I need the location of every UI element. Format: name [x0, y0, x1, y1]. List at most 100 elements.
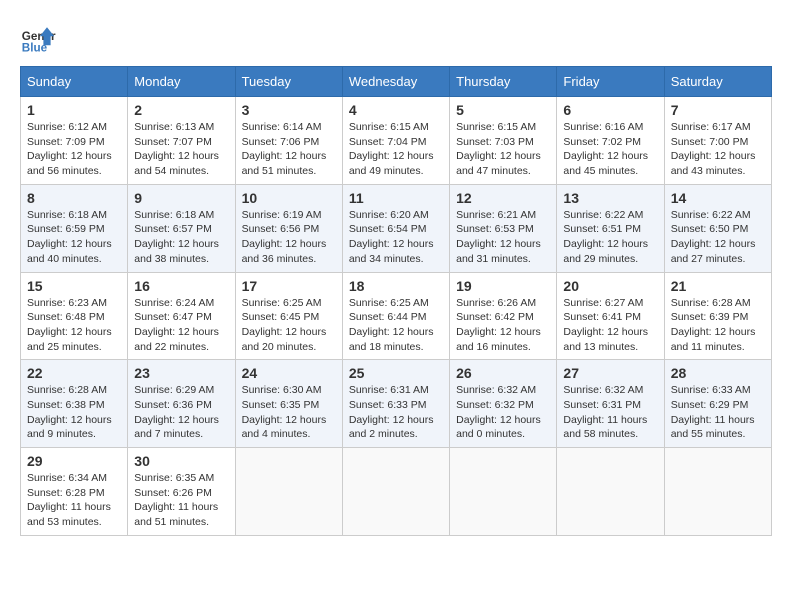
- day-number: 22: [27, 365, 121, 381]
- day-number: 29: [27, 453, 121, 469]
- calendar-cell: [450, 448, 557, 536]
- calendar-week-2: 8Sunrise: 6:18 AM Sunset: 6:59 PM Daylig…: [21, 184, 772, 272]
- page-header: General Blue: [20, 20, 772, 56]
- calendar-cell: 1Sunrise: 6:12 AM Sunset: 7:09 PM Daylig…: [21, 97, 128, 185]
- calendar-cell: 29 Sunrise: 6:34 AM Sunset: 6:28 PM Dayli…: [21, 448, 128, 536]
- weekday-header-sunday: Sunday: [21, 67, 128, 97]
- day-info: Sunrise: 6:25 AM Sunset: 6:45 PM Dayligh…: [242, 296, 336, 355]
- day-number: 20: [563, 278, 657, 294]
- calendar-cell: 21 Sunrise: 6:28 AM Sunset: 6:39 PM Dayli…: [664, 272, 771, 360]
- day-number: 9: [134, 190, 228, 206]
- calendar-cell: 28 Sunrise: 6:33 AM Sunset: 6:29 PM Dayli…: [664, 360, 771, 448]
- day-number: 2: [134, 102, 228, 118]
- calendar-cell: [342, 448, 449, 536]
- calendar-cell: 8Sunrise: 6:18 AM Sunset: 6:59 PM Daylig…: [21, 184, 128, 272]
- day-info: Sunrise: 6:18 AM Sunset: 6:57 PM Dayligh…: [134, 208, 228, 267]
- day-info: Sunrise: 6:15 AM Sunset: 7:03 PM Dayligh…: [456, 120, 550, 179]
- day-info: Sunrise: 6:29 AM Sunset: 6:36 PM Dayligh…: [134, 383, 228, 442]
- weekday-header-friday: Friday: [557, 67, 664, 97]
- day-info: Sunrise: 6:28 AM Sunset: 6:39 PM Dayligh…: [671, 296, 765, 355]
- calendar-cell: 14 Sunrise: 6:22 AM Sunset: 6:50 PM Dayli…: [664, 184, 771, 272]
- day-info: Sunrise: 6:24 AM Sunset: 6:47 PM Dayligh…: [134, 296, 228, 355]
- day-number: 4: [349, 102, 443, 118]
- calendar-cell: 15Sunrise: 6:23 AM Sunset: 6:48 PM Dayli…: [21, 272, 128, 360]
- calendar-cell: [664, 448, 771, 536]
- day-info: Sunrise: 6:21 AM Sunset: 6:53 PM Dayligh…: [456, 208, 550, 267]
- day-info: Sunrise: 6:32 AM Sunset: 6:31 PM Dayligh…: [563, 383, 657, 442]
- calendar-cell: 11 Sunrise: 6:20 AM Sunset: 6:54 PM Dayli…: [342, 184, 449, 272]
- day-number: 1: [27, 102, 121, 118]
- day-info: Sunrise: 6:15 AM Sunset: 7:04 PM Dayligh…: [349, 120, 443, 179]
- day-number: 30: [134, 453, 228, 469]
- weekday-header-saturday: Saturday: [664, 67, 771, 97]
- calendar-cell: 6 Sunrise: 6:16 AM Sunset: 7:02 PM Daylig…: [557, 97, 664, 185]
- calendar-cell: 17 Sunrise: 6:25 AM Sunset: 6:45 PM Dayli…: [235, 272, 342, 360]
- calendar-week-1: 1Sunrise: 6:12 AM Sunset: 7:09 PM Daylig…: [21, 97, 772, 185]
- day-number: 11: [349, 190, 443, 206]
- logo: General Blue: [20, 20, 56, 56]
- day-number: 19: [456, 278, 550, 294]
- day-info: Sunrise: 6:34 AM Sunset: 6:28 PM Dayligh…: [27, 471, 121, 530]
- day-number: 16: [134, 278, 228, 294]
- calendar-cell: 3 Sunrise: 6:14 AM Sunset: 7:06 PM Daylig…: [235, 97, 342, 185]
- day-number: 7: [671, 102, 765, 118]
- day-info: Sunrise: 6:14 AM Sunset: 7:06 PM Dayligh…: [242, 120, 336, 179]
- day-number: 14: [671, 190, 765, 206]
- day-info: Sunrise: 6:27 AM Sunset: 6:41 PM Dayligh…: [563, 296, 657, 355]
- calendar-cell: 5Sunrise: 6:15 AM Sunset: 7:03 PM Daylig…: [450, 97, 557, 185]
- day-number: 21: [671, 278, 765, 294]
- day-number: 6: [563, 102, 657, 118]
- weekday-header-thursday: Thursday: [450, 67, 557, 97]
- calendar-cell: 9 Sunrise: 6:18 AM Sunset: 6:57 PM Daylig…: [128, 184, 235, 272]
- calendar-week-5: 29 Sunrise: 6:34 AM Sunset: 6:28 PM Dayli…: [21, 448, 772, 536]
- day-number: 13: [563, 190, 657, 206]
- calendar-cell: 12 Sunrise: 6:21 AM Sunset: 6:53 PM Dayli…: [450, 184, 557, 272]
- day-info: Sunrise: 6:18 AM Sunset: 6:59 PM Dayligh…: [27, 208, 121, 267]
- day-info: Sunrise: 6:26 AM Sunset: 6:42 PM Dayligh…: [456, 296, 550, 355]
- weekday-header-wednesday: Wednesday: [342, 67, 449, 97]
- day-info: Sunrise: 6:28 AM Sunset: 6:38 PM Dayligh…: [27, 383, 121, 442]
- day-info: Sunrise: 6:23 AM Sunset: 6:48 PM Dayligh…: [27, 296, 121, 355]
- day-info: Sunrise: 6:31 AM Sunset: 6:33 PM Dayligh…: [349, 383, 443, 442]
- day-number: 26: [456, 365, 550, 381]
- weekday-header-tuesday: Tuesday: [235, 67, 342, 97]
- day-info: Sunrise: 6:19 AM Sunset: 6:56 PM Dayligh…: [242, 208, 336, 267]
- day-info: Sunrise: 6:25 AM Sunset: 6:44 PM Dayligh…: [349, 296, 443, 355]
- day-number: 24: [242, 365, 336, 381]
- day-info: Sunrise: 6:33 AM Sunset: 6:29 PM Dayligh…: [671, 383, 765, 442]
- day-info: Sunrise: 6:17 AM Sunset: 7:00 PM Dayligh…: [671, 120, 765, 179]
- calendar-cell: 24 Sunrise: 6:30 AM Sunset: 6:35 PM Dayli…: [235, 360, 342, 448]
- calendar-cell: 16 Sunrise: 6:24 AM Sunset: 6:47 PM Dayli…: [128, 272, 235, 360]
- day-info: Sunrise: 6:22 AM Sunset: 6:50 PM Dayligh…: [671, 208, 765, 267]
- calendar-cell: 22 Sunrise: 6:28 AM Sunset: 6:38 PM Dayli…: [21, 360, 128, 448]
- calendar-cell: 2 Sunrise: 6:13 AM Sunset: 7:07 PM Daylig…: [128, 97, 235, 185]
- weekday-header-monday: Monday: [128, 67, 235, 97]
- day-number: 23: [134, 365, 228, 381]
- day-number: 28: [671, 365, 765, 381]
- calendar-cell: 19 Sunrise: 6:26 AM Sunset: 6:42 PM Dayli…: [450, 272, 557, 360]
- day-info: Sunrise: 6:35 AM Sunset: 6:26 PM Dayligh…: [134, 471, 228, 530]
- calendar-cell: 18 Sunrise: 6:25 AM Sunset: 6:44 PM Dayli…: [342, 272, 449, 360]
- day-number: 17: [242, 278, 336, 294]
- calendar-cell: 13 Sunrise: 6:22 AM Sunset: 6:51 PM Dayli…: [557, 184, 664, 272]
- day-number: 10: [242, 190, 336, 206]
- calendar-cell: 10 Sunrise: 6:19 AM Sunset: 6:56 PM Dayli…: [235, 184, 342, 272]
- calendar-cell: 27Sunrise: 6:32 AM Sunset: 6:31 PM Dayli…: [557, 360, 664, 448]
- calendar-week-3: 15Sunrise: 6:23 AM Sunset: 6:48 PM Dayli…: [21, 272, 772, 360]
- day-info: Sunrise: 6:16 AM Sunset: 7:02 PM Dayligh…: [563, 120, 657, 179]
- day-number: 3: [242, 102, 336, 118]
- calendar-cell: 20 Sunrise: 6:27 AM Sunset: 6:41 PM Dayli…: [557, 272, 664, 360]
- logo-icon: General Blue: [20, 20, 56, 56]
- day-info: Sunrise: 6:32 AM Sunset: 6:32 PM Dayligh…: [456, 383, 550, 442]
- day-info: Sunrise: 6:22 AM Sunset: 6:51 PM Dayligh…: [563, 208, 657, 267]
- weekday-header-row: SundayMondayTuesdayWednesdayThursdayFrid…: [21, 67, 772, 97]
- calendar-cell: 30 Sunrise: 6:35 AM Sunset: 6:26 PM Dayli…: [128, 448, 235, 536]
- day-number: 18: [349, 278, 443, 294]
- day-number: 12: [456, 190, 550, 206]
- day-info: Sunrise: 6:30 AM Sunset: 6:35 PM Dayligh…: [242, 383, 336, 442]
- calendar-cell: [557, 448, 664, 536]
- calendar-cell: 26 Sunrise: 6:32 AM Sunset: 6:32 PM Dayli…: [450, 360, 557, 448]
- calendar-cell: 7 Sunrise: 6:17 AM Sunset: 7:00 PM Daylig…: [664, 97, 771, 185]
- day-info: Sunrise: 6:20 AM Sunset: 6:54 PM Dayligh…: [349, 208, 443, 267]
- day-info: Sunrise: 6:13 AM Sunset: 7:07 PM Dayligh…: [134, 120, 228, 179]
